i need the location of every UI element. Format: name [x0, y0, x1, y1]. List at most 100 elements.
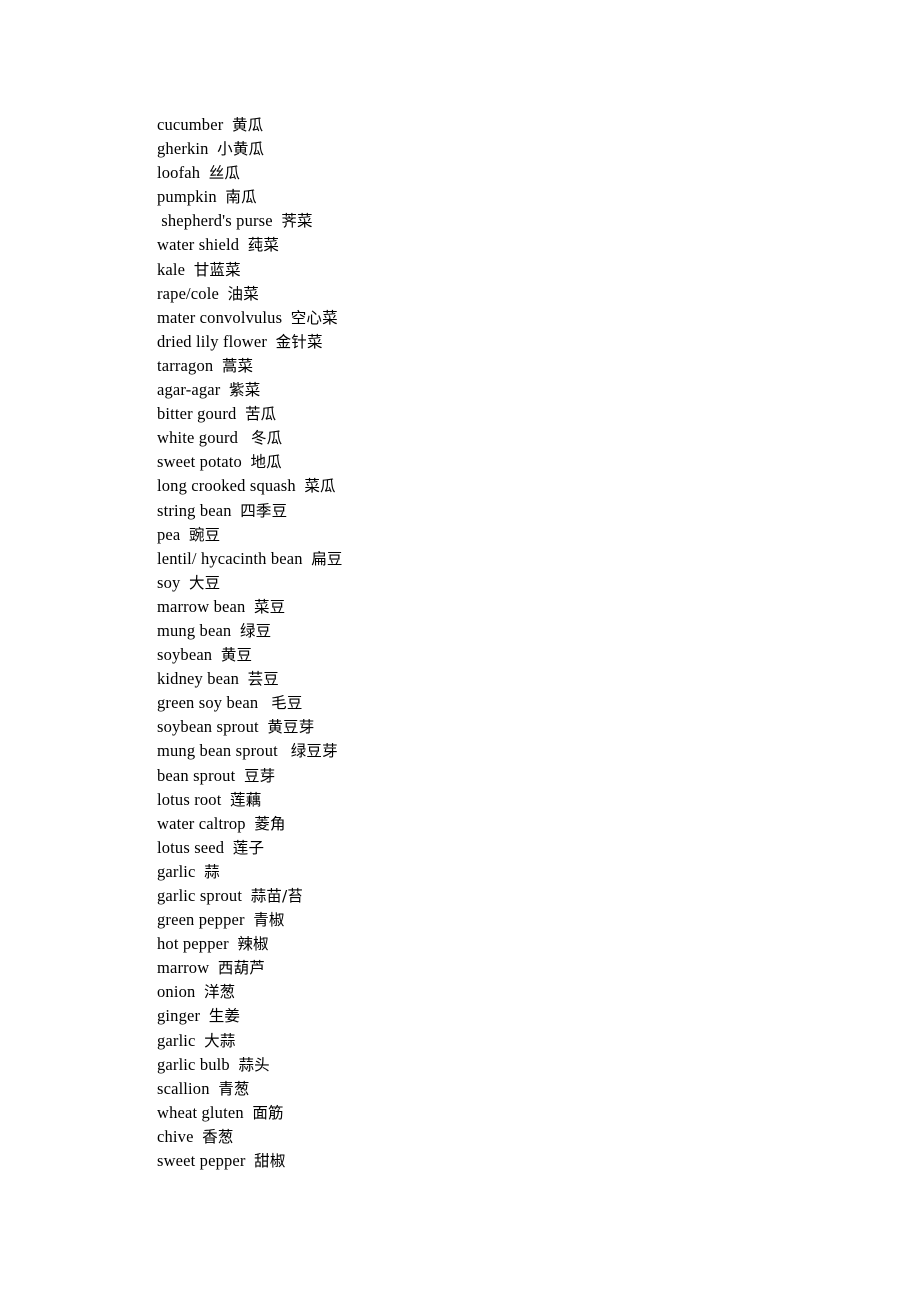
- entry-term: cucumber: [157, 115, 224, 134]
- vocabulary-entry: shepherd's purse 荠菜: [157, 209, 857, 233]
- vocabulary-entry: garlic sprout 蒜苗/苔: [157, 884, 857, 908]
- entry-gloss: 四季豆: [240, 501, 288, 520]
- entry-gloss: 绿豆芽: [290, 742, 338, 761]
- entry-gloss: 地瓜: [250, 453, 282, 472]
- entry-gloss: 莲藕: [230, 790, 262, 809]
- entry-separator: [231, 621, 240, 640]
- entry-separator: [242, 886, 251, 905]
- vocabulary-entry: agar-agar 紫菜: [157, 378, 857, 402]
- entry-separator: [213, 356, 222, 375]
- entry-term: marrow bean: [157, 596, 246, 616]
- vocabulary-entry: sweet pepper 甜椒: [157, 1149, 857, 1173]
- entry-gloss: 香葱: [202, 1127, 234, 1146]
- vocabulary-entry: tarragon 蒿菜: [157, 354, 857, 378]
- entry-term: water caltrop: [157, 813, 246, 833]
- entry-gloss: 扁豆: [311, 549, 343, 568]
- entry-term: lentil/ hycacinth bean: [157, 548, 303, 568]
- vocabulary-entry: green soy bean 毛豆: [157, 691, 857, 715]
- entry-separator: [245, 597, 254, 616]
- entry-gloss: 莲子: [232, 838, 265, 857]
- entry-gloss: 辣椒: [237, 935, 269, 954]
- vocabulary-entry: soy 大豆: [157, 571, 857, 595]
- entry-separator: [196, 1031, 205, 1050]
- entry-gloss: 黄豆芽: [267, 718, 315, 737]
- entry-gloss: 大豆: [189, 573, 221, 592]
- entry-gloss: 小黄瓜: [217, 140, 265, 159]
- entry-gloss: 金针菜: [275, 332, 323, 351]
- entry-term: lotus seed: [157, 837, 225, 857]
- entry-gloss: 油菜: [227, 284, 259, 303]
- entry-separator: [196, 862, 205, 881]
- vocabulary-entry: water shield 莼菜: [157, 233, 857, 257]
- vocabulary-entry: mater convolvulus 空心菜: [157, 306, 857, 330]
- entry-separator: [235, 766, 244, 785]
- entry-separator: [245, 910, 254, 929]
- entry-separator: [224, 838, 233, 857]
- entry-gloss: 冬瓜: [250, 429, 283, 448]
- entry-term: mung bean: [157, 620, 232, 640]
- entry-separator: [185, 260, 194, 279]
- vocabulary-entry: kidney bean 芸豆: [157, 667, 857, 691]
- entry-term: lotus root: [157, 789, 222, 809]
- entry-term: bitter gourd: [157, 404, 237, 424]
- entry-term: soybean: [157, 645, 213, 665]
- vocabulary-entry: lotus root 莲藕: [157, 788, 857, 812]
- entry-separator: [267, 332, 276, 351]
- vocabulary-entry: lentil/ hycacinth bean 扁豆: [157, 547, 857, 571]
- entry-gloss: 豌豆: [189, 525, 221, 544]
- entry-gloss: 甜椒: [254, 1152, 286, 1171]
- entry-term: scallion: [157, 1078, 210, 1098]
- entry-separator: [194, 1127, 203, 1146]
- entry-term: loofah: [157, 163, 201, 183]
- vocabulary-entry: gherkin 小黄瓜: [157, 137, 857, 161]
- entry-separator: [223, 115, 232, 134]
- vocabulary-entry: scallion 青葱: [157, 1077, 857, 1101]
- entry-term: garlic: [157, 861, 196, 881]
- entry-gloss: 菜豆: [254, 597, 286, 616]
- vocabulary-entry: green pepper 青椒: [157, 908, 857, 932]
- entry-term: gherkin: [157, 139, 209, 159]
- entry-term: dried lily flower: [157, 331, 268, 351]
- vocabulary-entry: lotus seed 莲子: [157, 836, 857, 860]
- entry-term: pumpkin: [157, 187, 217, 207]
- entry-term: garlic: [157, 1030, 196, 1050]
- entry-term: bean sprout: [157, 765, 236, 785]
- entry-separator: [221, 790, 230, 809]
- entry-gloss: 绿豆: [239, 621, 272, 640]
- entry-gloss: 丝瓜: [208, 164, 241, 183]
- entry-separator: [200, 1006, 209, 1025]
- vocabulary-entry: long crooked squash 菜瓜: [157, 474, 857, 498]
- vocabulary-entry: mung bean 绿豆: [157, 619, 857, 643]
- document-page: cucumber 黄瓜 gherkin 小黄瓜 loofah 丝瓜 pumpkin 南…: [0, 0, 920, 1302]
- vocabulary-entry: wheat gluten 面筋: [157, 1101, 857, 1125]
- vocabulary-entry: garlic 蒜: [157, 860, 857, 884]
- entry-term: kidney bean: [157, 669, 239, 689]
- entry-gloss: 黄豆: [220, 646, 253, 665]
- entry-gloss: 菜瓜: [304, 477, 336, 496]
- entry-term: pea: [157, 524, 181, 544]
- vocabulary-entry-list: cucumber 黄瓜 gherkin 小黄瓜 loofah 丝瓜 pumpkin 南…: [157, 113, 857, 1173]
- entry-gloss: 紫菜: [229, 381, 261, 400]
- entry-separator: [210, 1079, 219, 1098]
- entry-separator: [195, 982, 204, 1001]
- vocabulary-entry: soybean 黄豆: [157, 643, 857, 667]
- entry-separator: [303, 549, 312, 568]
- entry-gloss: 荠菜: [281, 212, 313, 231]
- vocabulary-entry: bitter gourd 苦瓜: [157, 402, 857, 426]
- entry-term: white gourd: [157, 428, 239, 448]
- vocabulary-entry: hot pepper 辣椒: [157, 932, 857, 956]
- entry-gloss: 西葫芦: [217, 959, 265, 978]
- entry-gloss: 空心菜: [290, 308, 338, 327]
- entry-gloss: 菱角: [254, 814, 286, 833]
- entry-separator: [242, 452, 251, 471]
- entry-gloss: 莼菜: [247, 236, 280, 255]
- entry-term: garlic sprout: [157, 886, 243, 905]
- entry-gloss: 生姜: [208, 1007, 241, 1026]
- entry-gloss: 毛豆: [271, 694, 303, 713]
- entry-term: onion: [157, 982, 196, 1002]
- entry-term: kale: [157, 259, 186, 279]
- entry-gloss: 豆芽: [243, 766, 276, 785]
- entry-gloss: 黄瓜: [231, 116, 264, 134]
- entry-term: green pepper: [157, 910, 245, 930]
- entry-separator: [258, 693, 271, 712]
